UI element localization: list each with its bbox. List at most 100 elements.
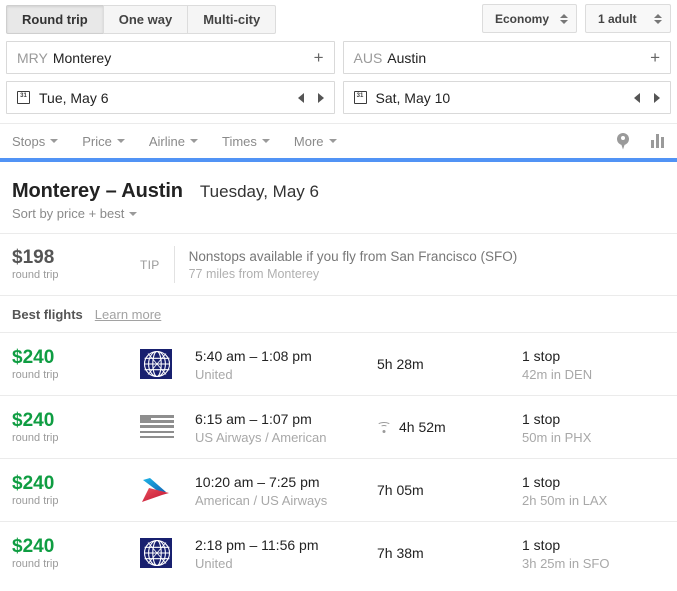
sort-by-control[interactable]: Sort by price + best xyxy=(12,206,138,221)
flight-duration: 7h 38m xyxy=(377,545,424,561)
divider xyxy=(173,246,175,283)
results-panel: Monterey – Austin Tuesday, May 6 Sort by… xyxy=(0,162,677,584)
chevron-updown-icon xyxy=(653,13,662,24)
flight-stops-cell: 1 stop 2h 50m in LAX xyxy=(522,473,665,508)
filter-more-label: More xyxy=(293,133,324,149)
page-title: Monterey – Austin xyxy=(12,180,183,202)
flight-airline: United xyxy=(195,366,233,382)
flight-price: $240 round trip xyxy=(12,409,140,444)
flight-price-sub: round trip xyxy=(12,494,59,507)
origin-code: MRY xyxy=(17,49,48,66)
tip-headline: Nonstops available if you fly from San F… xyxy=(188,249,518,264)
depart-date-field[interactable]: Tue, May 6 xyxy=(6,81,335,114)
flight-stops-cell: 1 stop 42m in DEN xyxy=(522,347,665,382)
flight-times: 10:20 am – 7:25 pm xyxy=(195,473,320,490)
route-header: Monterey – Austin Tuesday, May 6 Sort by… xyxy=(0,162,677,233)
return-date-field[interactable]: Sat, May 10 xyxy=(342,81,671,114)
flight-price-sub: round trip xyxy=(12,431,59,444)
filter-times-label: Times xyxy=(222,133,257,149)
passenger-count-select[interactable]: 1 adult xyxy=(585,4,671,33)
flight-price: $240 round trip xyxy=(12,346,140,381)
filter-price[interactable]: Price xyxy=(82,134,125,149)
return-date-text: Sat, May 10 xyxy=(375,89,451,106)
flight-price-amount: $240 xyxy=(12,346,55,368)
passenger-options: Economy 1 adult xyxy=(474,4,671,33)
tip-price: $198 round trip xyxy=(12,248,140,282)
cabin-class-label: Economy xyxy=(494,11,549,26)
destination-code: AUS xyxy=(353,49,383,66)
depart-date-text: Tue, May 6 xyxy=(39,89,109,106)
airline-logo-cell xyxy=(140,538,195,568)
filter-airline[interactable]: Airline xyxy=(149,134,198,149)
flight-stops: 1 stop xyxy=(522,536,561,553)
flight-duration-cell: 7h 38m xyxy=(377,545,522,561)
filter-stops[interactable]: Stops xyxy=(12,134,59,149)
flight-times: 2:18 pm – 11:56 pm xyxy=(195,536,319,553)
filter-more[interactable]: More xyxy=(294,134,337,149)
flight-duration: 4h 52m xyxy=(399,419,446,435)
flight-result-row[interactable]: $240 round trip xyxy=(0,332,677,395)
filter-bar: Stops Price Airline Times More xyxy=(0,123,677,158)
flight-layover: 50m in PHX xyxy=(522,429,592,445)
origin-field[interactable]: MRY Monterey + xyxy=(6,41,335,74)
depart-prev-day-icon[interactable] xyxy=(297,92,304,103)
best-flights-header: Best flights Learn more xyxy=(0,295,677,332)
flight-stops: 1 stop xyxy=(522,473,561,490)
flight-result-row[interactable]: $240 round trip 6:15 am – 1:07 pm US Air… xyxy=(0,395,677,458)
flight-search-page: Round trip One way Multi-city Economy 1 … xyxy=(0,0,677,591)
calendar-icon xyxy=(17,91,30,104)
airline-logo-cell xyxy=(140,349,195,379)
map-pin-icon[interactable] xyxy=(617,132,629,150)
date-fields-row: Tue, May 6 Sat, May 10 xyxy=(6,81,671,114)
american-logo xyxy=(140,475,174,505)
learn-more-link[interactable]: Learn more xyxy=(95,307,161,322)
destination-city: Austin xyxy=(387,49,427,66)
cabin-class-select[interactable]: Economy xyxy=(481,4,577,33)
flight-layover: 42m in DEN xyxy=(522,366,593,382)
flight-stops: 1 stop xyxy=(522,347,561,364)
tip-row: $198 round trip TIP Nonstops available i… xyxy=(0,233,677,295)
calendar-icon xyxy=(353,91,367,104)
tab-round-trip[interactable]: Round trip xyxy=(6,4,104,34)
tab-multi-city[interactable]: Multi-city xyxy=(187,4,277,34)
flight-result-row[interactable]: $240 round trip xyxy=(0,458,677,521)
price-graph-icon[interactable] xyxy=(651,134,665,148)
filter-price-label: Price xyxy=(82,133,112,149)
flight-price-sub: round trip xyxy=(12,557,59,570)
add-origin-icon[interactable]: + xyxy=(312,49,326,66)
flight-stops-cell: 1 stop 50m in PHX xyxy=(522,410,665,445)
flight-times: 6:15 am – 1:07 pm xyxy=(195,410,312,427)
return-next-day-icon[interactable] xyxy=(654,92,660,103)
flight-price-sub: round trip xyxy=(12,368,59,381)
flight-info: 2:18 pm – 11:56 pm United xyxy=(195,536,377,571)
destination-field[interactable]: AUS Austin + xyxy=(342,41,671,74)
flight-duration-cell: 5h 28m xyxy=(377,356,522,372)
flight-duration: 7h 05m xyxy=(377,482,424,498)
flight-duration-cell: 4h 52m xyxy=(377,419,522,435)
flight-price: $240 round trip xyxy=(12,472,140,507)
return-prev-day-icon[interactable] xyxy=(634,92,640,103)
filter-airline-label: Airline xyxy=(148,133,185,149)
filter-times[interactable]: Times xyxy=(222,134,270,149)
flight-info: 10:20 am – 7:25 pm American / US Airways xyxy=(195,473,377,508)
search-form: Round trip One way Multi-city Economy 1 … xyxy=(0,0,677,114)
flight-airline: US Airways / American xyxy=(195,429,327,445)
flight-airline: United xyxy=(195,555,233,571)
flight-layover: 2h 50m in LAX xyxy=(522,492,608,508)
flight-result-row[interactable]: $240 round trip xyxy=(0,521,677,584)
wifi-icon xyxy=(377,421,391,433)
airline-logo-cell xyxy=(140,415,195,439)
add-destination-icon[interactable]: + xyxy=(648,49,662,66)
flight-info: 5:40 am – 1:08 pm United xyxy=(195,347,377,382)
origin-city: Monterey xyxy=(52,49,112,66)
flight-times: 5:40 am – 1:08 pm xyxy=(195,347,312,364)
airline-logo-cell xyxy=(140,475,195,505)
flight-layover: 3h 25m in SFO xyxy=(522,555,610,571)
tab-one-way[interactable]: One way xyxy=(102,4,189,34)
flight-stops: 1 stop xyxy=(522,410,561,427)
flight-price-amount: $240 xyxy=(12,472,55,494)
flight-info: 6:15 am – 1:07 pm US Airways / American xyxy=(195,410,377,445)
best-flights-title: Best flights xyxy=(12,307,83,322)
depart-next-day-icon[interactable] xyxy=(317,92,324,103)
flight-price-amount: $240 xyxy=(12,409,55,431)
